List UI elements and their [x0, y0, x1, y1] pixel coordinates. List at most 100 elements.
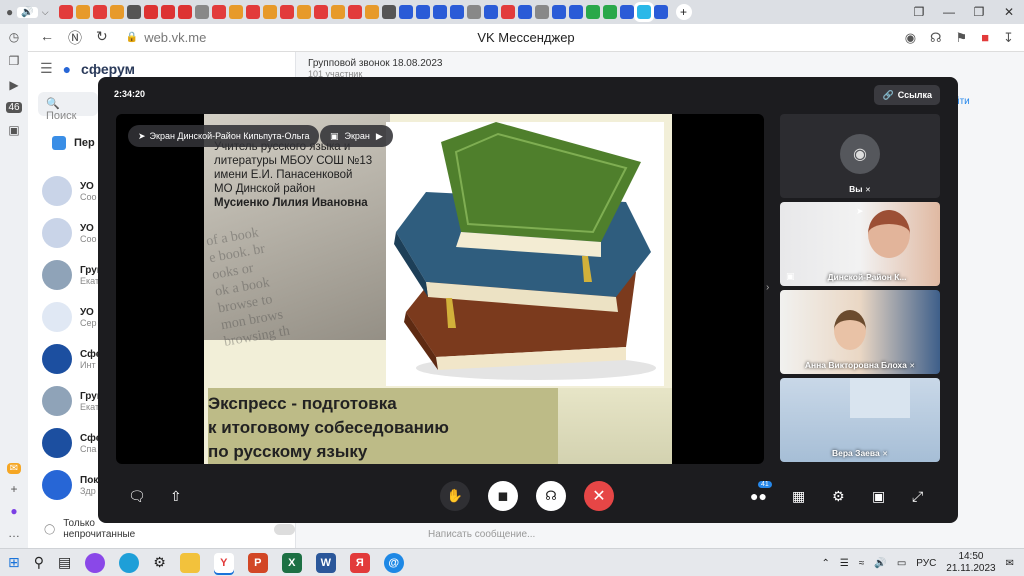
history-icon[interactable]: ◷ — [9, 30, 19, 44]
notification-icon[interactable]: ✉ — [1006, 558, 1014, 569]
grid-icon[interactable]: ▦ — [792, 488, 805, 505]
language-indicator[interactable]: РУС — [916, 558, 936, 569]
yandex-browser-app-icon[interactable]: Y — [213, 552, 234, 573]
camera-icon[interactable]: ▣ — [8, 123, 19, 137]
tab-favicon-icon[interactable] — [177, 5, 192, 19]
new-tab-button[interactable]: + — [675, 4, 692, 20]
yandex-app-icon[interactable]: Я — [349, 552, 370, 573]
sound-icon[interactable]: 🔊 — [17, 6, 38, 18]
explorer-app-icon[interactable] — [179, 552, 200, 573]
tab-favicon-icon[interactable] — [75, 5, 90, 19]
participant-tile[interactable]: ◉ Вы ✕ — [780, 114, 940, 198]
participant-tile[interactable]: Вера Заева ✕ — [780, 378, 940, 462]
tab-favicon-icon[interactable] — [126, 5, 141, 19]
section-header[interactable]: Пер — [52, 136, 95, 150]
tab-favicon-icon[interactable] — [619, 5, 634, 19]
add-app-icon[interactable]: + — [10, 482, 17, 496]
tab-favicon-icon[interactable] — [517, 5, 532, 19]
alice-icon[interactable]: ● — [10, 504, 17, 518]
network-icon[interactable]: ☰ — [840, 558, 849, 569]
tab-favicon-icon[interactable] — [109, 5, 124, 19]
chevron-down-icon[interactable]: ⌵ — [42, 7, 49, 18]
message-input[interactable]: Написать сообщение... — [428, 529, 828, 540]
tab-favicon-icon[interactable] — [330, 5, 345, 19]
tab-favicon-icon[interactable] — [92, 5, 107, 19]
participant-tile[interactable]: ➤ ▣ Динской-Район К... — [780, 202, 940, 286]
tab-favicon-icon[interactable] — [449, 5, 464, 19]
collections-icon[interactable]: ❐ — [9, 54, 20, 68]
tab-favicon-icon[interactable] — [636, 5, 651, 19]
end-call-button[interactable]: ✕ — [584, 481, 614, 511]
tab-favicon-icon[interactable] — [364, 5, 379, 19]
tab-favicon-icon[interactable] — [58, 5, 73, 19]
windows-start-icon[interactable]: ⊞ — [8, 554, 20, 571]
tab-favicon-icon[interactable] — [398, 5, 413, 19]
downloads-icon[interactable]: ↧ — [1003, 30, 1014, 46]
close-window-button[interactable]: ✕ — [994, 5, 1024, 19]
more-icon[interactable]: … — [8, 526, 20, 540]
restore-button[interactable]: ❐ — [964, 5, 994, 19]
pip-icon[interactable]: ▣ — [872, 488, 885, 505]
mic-permission-icon[interactable]: ☊ — [930, 30, 942, 46]
back-button[interactable]: ← — [40, 28, 54, 48]
tab-favicon-icon[interactable] — [245, 5, 260, 19]
filter-toggle[interactable] — [273, 523, 295, 535]
camera-toggle-button[interactable]: ◼ — [488, 481, 518, 511]
tab-favicon-icon[interactable] — [160, 5, 175, 19]
tab-favicon-icon[interactable] — [653, 5, 668, 19]
screen-share-stage[interactable]: of a book e book. br ooks or ok a book brows… — [116, 114, 764, 464]
mail-app-icon[interactable]: @ — [383, 552, 404, 573]
extension-icon[interactable]: ■ — [981, 30, 989, 46]
tab-favicon-icon[interactable] — [381, 5, 396, 19]
volume-icon[interactable]: 🔊 — [874, 558, 886, 569]
tab-favicon-icon[interactable] — [347, 5, 362, 19]
link-button[interactable]: 🔗 Ссылка — [874, 85, 940, 105]
task-view-icon[interactable]: ▤ — [58, 554, 71, 571]
tab-favicon-icon[interactable] — [585, 5, 600, 19]
play-icon[interactable]: ▶ — [9, 78, 18, 92]
profile-icon[interactable]: ● — [6, 5, 13, 19]
raise-hand-button[interactable]: ✋ — [440, 481, 470, 511]
vk-brand[interactable]: ☰ ● сферум — [40, 60, 135, 77]
camera-permission-icon[interactable]: ◉ — [905, 30, 916, 46]
clock[interactable]: 14:50 21.11.2023 — [946, 551, 995, 575]
notifications-badge[interactable]: 46 — [6, 102, 22, 113]
share-screen-icon[interactable]: ⇧ — [170, 488, 182, 505]
fullscreen-icon[interactable]: ⤢ — [912, 488, 923, 505]
tab-favicon-icon[interactable] — [551, 5, 566, 19]
screen-mode-chip[interactable]: ▣ Экран ▶ — [320, 125, 393, 147]
screen-owner-chip[interactable]: ➤ Экран Динской-Район Кипьпута-Ольга — [128, 125, 320, 147]
chat-icon[interactable]: 🗨 — [128, 488, 146, 505]
mic-toggle-button[interactable]: ☊ — [536, 481, 566, 511]
bookmark-icon[interactable]: ⚑ — [956, 30, 968, 46]
tab-favicon-icon[interactable] — [143, 5, 158, 19]
collections-icon[interactable]: ❐ — [904, 5, 934, 19]
yandex-icon[interactable]: Ⓝ — [68, 28, 82, 48]
tab-favicon-icon[interactable] — [313, 5, 328, 19]
tab-favicon-icon[interactable] — [466, 5, 481, 19]
participant-tile[interactable]: Анна Викторовна Блоха ✕ — [780, 290, 940, 374]
participants-icon[interactable]: ●● — [750, 488, 767, 504]
word-app-icon[interactable]: W — [315, 552, 336, 573]
excel-app-icon[interactable]: X — [281, 552, 302, 573]
tab-favicon-icon[interactable] — [602, 5, 617, 19]
edge-app-icon[interactable] — [119, 552, 140, 573]
tab-favicon-icon[interactable] — [500, 5, 515, 19]
tab-favicon-icon[interactable] — [534, 5, 549, 19]
alice-app-icon[interactable] — [85, 552, 106, 573]
tab-favicon-icon[interactable] — [279, 5, 294, 19]
chevron-right-icon[interactable]: › — [766, 282, 769, 293]
settings-app-icon[interactable]: ⚙ — [153, 554, 166, 571]
mail-app-icon[interactable]: ✉ — [6, 463, 22, 474]
chevron-up-icon[interactable]: ⌃ — [822, 558, 830, 569]
tab-favicon-icon[interactable] — [228, 5, 243, 19]
powerpoint-app-icon[interactable]: P — [247, 552, 268, 573]
url-text[interactable]: web.vk.me — [144, 30, 206, 45]
minimize-button[interactable]: — — [934, 5, 964, 19]
tab-favicon-icon[interactable] — [296, 5, 311, 19]
reload-button[interactable]: ↻ — [96, 28, 108, 48]
tab-favicon-icon[interactable] — [432, 5, 447, 19]
tab-favicon-icon[interactable] — [415, 5, 430, 19]
tab-favicon-icon[interactable] — [211, 5, 226, 19]
tab-favicon-icon[interactable] — [483, 5, 498, 19]
